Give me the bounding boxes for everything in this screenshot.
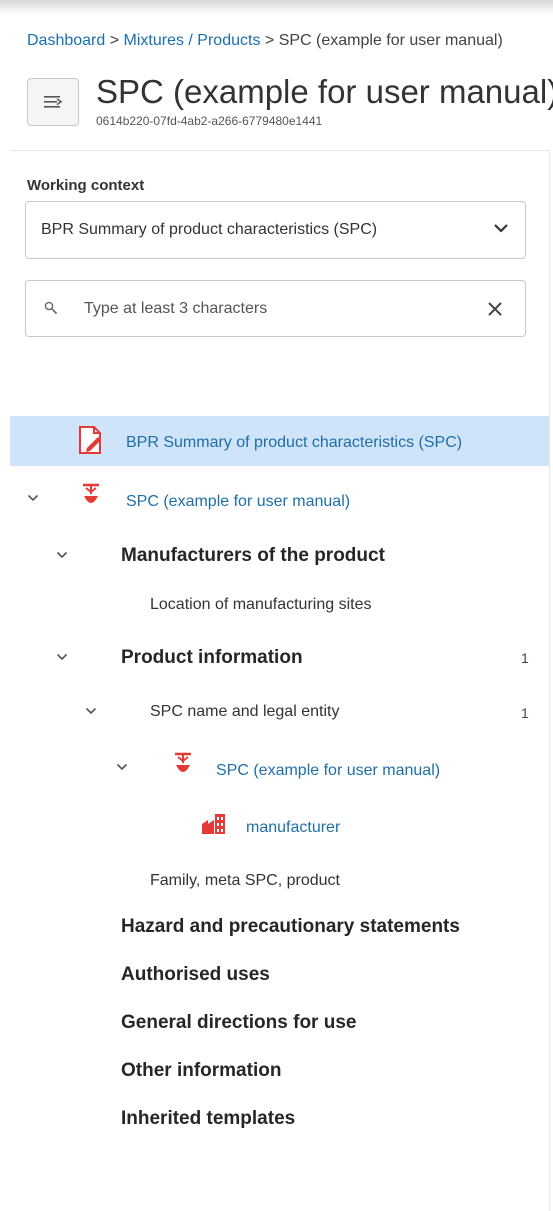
- tree-item-count: 1: [521, 650, 529, 666]
- chevron-down-icon: [494, 224, 508, 233]
- working-context-label: Working context: [27, 177, 145, 194]
- tree-item-general-directions[interactable]: General directions for use: [0, 1006, 549, 1040]
- record-uuid: 0614b220-07fd-4ab2-a266-6779480e1441: [96, 114, 323, 128]
- tree-item-label: Location of manufacturing sites: [150, 596, 372, 613]
- tree-item-manufacturers[interactable]: Manufacturers of the product: [0, 538, 549, 574]
- chevron-down-icon[interactable]: [116, 762, 128, 772]
- tree-item-label: BPR Summary of product characteristics (…: [126, 434, 463, 451]
- tree-item-label: Product information: [121, 647, 303, 668]
- tree-item-authorised-uses[interactable]: Authorised uses: [0, 958, 549, 992]
- search-icon: [44, 301, 58, 315]
- breadcrumb-separator: >: [105, 32, 124, 49]
- breadcrumb-separator: >: [260, 32, 279, 49]
- tree-item-label: Family, meta SPC, product: [150, 872, 340, 889]
- tree-item-location-sites[interactable]: Location of manufacturing sites: [0, 590, 549, 622]
- tree-item-other-information[interactable]: Other information: [0, 1054, 549, 1088]
- tree-item-label: General directions for use: [121, 1012, 357, 1033]
- tree-item-label: SPC (example for user manual): [216, 762, 441, 779]
- close-icon[interactable]: [487, 301, 503, 317]
- tree-item-spc-child[interactable]: SPC (example for user manual): [0, 750, 549, 790]
- tree-item-label: Authorised uses: [121, 964, 270, 985]
- tree-item-product-information[interactable]: Product information 1: [0, 640, 549, 676]
- tree-item-inherited-templates[interactable]: Inherited templates: [0, 1102, 549, 1136]
- tree-item-spc[interactable]: SPC (example for user manual): [0, 480, 549, 520]
- breadcrumb-mixtures[interactable]: Mixtures / Products: [124, 32, 261, 49]
- breadcrumb: Dashboard > Mixtures / Products > SPC (e…: [27, 32, 553, 50]
- top-shadow: [0, 0, 553, 16]
- tree-item-label: SPC name and legal entity: [150, 703, 340, 720]
- menu-button[interactable]: [27, 78, 79, 126]
- tree-item-spc-name-entity[interactable]: SPC name and legal entity 1: [0, 697, 549, 729]
- page: Dashboard > Mixtures / Products > SPC (e…: [0, 0, 553, 1211]
- tree-item-root-document[interactable]: BPR Summary of product characteristics (…: [0, 421, 549, 461]
- working-context-value: BPR Summary of product characteristics (…: [41, 221, 378, 238]
- chevron-down-icon[interactable]: [56, 652, 68, 662]
- tree-item-label: Other information: [121, 1060, 282, 1081]
- tree-item-label: Manufacturers of the product: [121, 545, 385, 566]
- breadcrumb-dashboard[interactable]: Dashboard: [27, 32, 105, 49]
- menu-icon: [44, 96, 63, 108]
- search-box[interactable]: [25, 280, 526, 337]
- tree-item-label: manufacturer: [246, 819, 341, 836]
- mixture-icon: [83, 483, 99, 503]
- tree-item-label: Inherited templates: [121, 1108, 296, 1129]
- breadcrumb-current: SPC (example for user manual): [278, 32, 503, 49]
- edit-document-icon: [79, 426, 101, 454]
- chevron-down-icon[interactable]: [27, 493, 39, 503]
- panel-border: [549, 150, 550, 1211]
- tree-item-family-meta[interactable]: Family, meta SPC, product: [0, 866, 549, 898]
- tree-item-label: SPC (example for user manual): [126, 493, 351, 510]
- chevron-down-icon[interactable]: [85, 706, 97, 716]
- page-title: SPC (example for user manual): [96, 73, 553, 110]
- divider: [10, 150, 550, 151]
- tree-item-manufacturer[interactable]: manufacturer: [0, 808, 549, 848]
- working-context-select[interactable]: BPR Summary of product characteristics (…: [25, 201, 526, 259]
- search-input[interactable]: [84, 295, 464, 323]
- mixture-icon: [175, 752, 191, 772]
- chevron-down-icon[interactable]: [56, 550, 68, 560]
- factory-icon: [202, 814, 225, 834]
- tree-item-count: 1: [521, 705, 529, 721]
- tree-item-hazard[interactable]: Hazard and precautionary statements: [0, 910, 549, 944]
- tree-item-label: Hazard and precautionary statements: [121, 916, 460, 937]
